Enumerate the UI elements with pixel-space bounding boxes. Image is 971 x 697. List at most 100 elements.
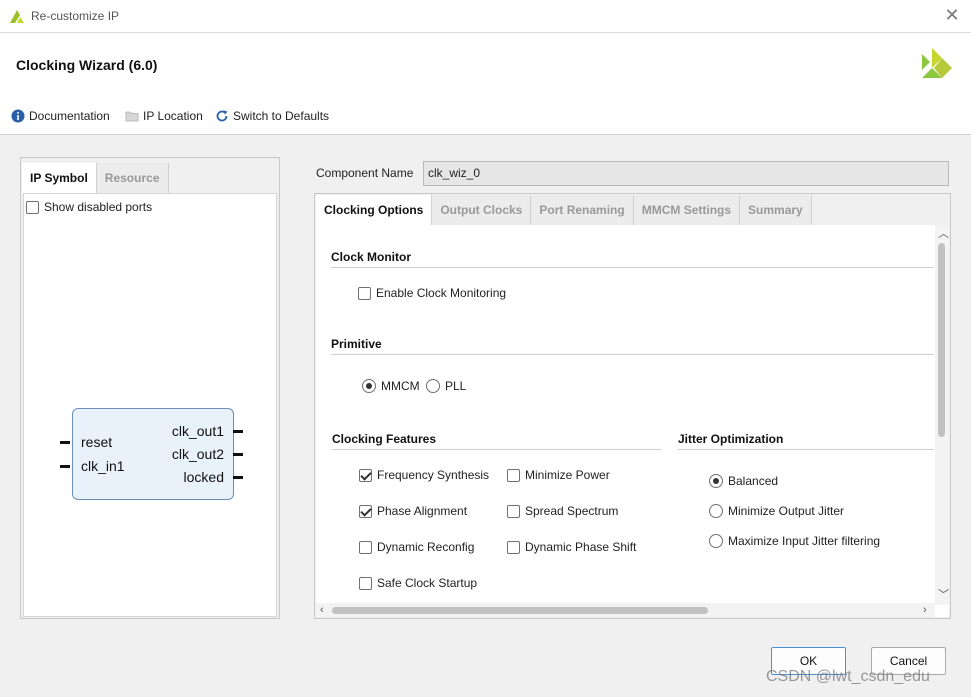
primitive-pll-radio[interactable] [426, 379, 440, 393]
scroll-down-icon[interactable]: ﹀ [938, 589, 949, 601]
clocking-options-content: Clock Monitor Enable Clock Monitoring Pr… [316, 225, 949, 617]
jitter-balanced-label: Balanced [728, 474, 779, 488]
spread-spectrum-option[interactable]: Spread Spectrum [507, 504, 618, 518]
tab-clocking-options[interactable]: Clocking Options [316, 195, 433, 225]
close-icon[interactable]: ✕ [943, 6, 961, 24]
component-name-label: Component Name [316, 166, 414, 180]
dynamic-phase-shift-label: Dynamic Phase Shift [525, 540, 637, 554]
dynamic-phase-shift-checkbox[interactable] [507, 540, 520, 554]
phase-alignment-checkbox[interactable] [359, 504, 372, 518]
primitive-mmcm-label: MMCM [381, 379, 420, 393]
safe-clock-startup-label: Safe Clock Startup [377, 576, 478, 590]
dynamic-phase-shift-option[interactable]: Dynamic Phase Shift [507, 540, 636, 554]
ip-symbol-panel: IP Symbol Resource Show disabled ports r… [20, 157, 280, 619]
xilinx-logo-icon [10, 10, 24, 23]
jitter-minimize-output-option[interactable]: Minimize Output Jitter [709, 504, 844, 518]
documentation-label: Documentation [29, 109, 110, 123]
enable-clock-monitoring-option[interactable]: Enable Clock Monitoring [358, 286, 506, 300]
jitter-balanced-option[interactable]: Balanced [709, 474, 778, 488]
tab-port-renaming[interactable]: Port Renaming [531, 195, 634, 225]
ip-symbol-canvas: Show disabled ports reset clk_in1 clk_ou… [23, 193, 277, 617]
primitive-pll-option[interactable]: PLL [426, 379, 466, 393]
dynamic-reconfig-label: Dynamic Reconfig [377, 540, 475, 554]
wizard-title: Clocking Wizard (6.0) [16, 57, 158, 73]
safe-clock-startup-option[interactable]: Safe Clock Startup [359, 576, 477, 590]
horizontal-scrollbar[interactable]: ‹ › [316, 603, 935, 617]
show-disabled-ports-option[interactable]: Show disabled ports [26, 200, 152, 214]
primitive-divider [331, 354, 934, 355]
safe-clock-startup-checkbox[interactable] [359, 576, 372, 590]
phase-alignment-label: Phase Alignment [377, 504, 468, 518]
port-locked-pin [233, 476, 243, 479]
primitive-mmcm-radio[interactable] [362, 379, 376, 393]
scroll-left-icon[interactable]: ‹ [320, 604, 324, 616]
tab-output-clocks[interactable]: Output Clocks [432, 195, 532, 225]
port-clk-in1-label: clk_in1 [81, 458, 125, 474]
toolbar: Documentation IP Location Switch to Defa… [0, 97, 971, 135]
port-clk-out2-label: clk_out2 [171, 446, 224, 462]
clocking-features-title: Clocking Features [332, 432, 437, 446]
documentation-button[interactable]: Documentation [11, 109, 110, 123]
clock-monitor-title: Clock Monitor [331, 250, 411, 264]
left-tabs: IP Symbol Resource [22, 163, 169, 193]
port-clk-out1-label: clk_out1 [171, 423, 224, 439]
jitter-balanced-radio[interactable] [709, 474, 723, 488]
clock-monitor-divider [331, 267, 934, 268]
dynamic-reconfig-checkbox[interactable] [359, 540, 372, 554]
tab-mmcm-settings[interactable]: MMCM Settings [633, 195, 741, 225]
jitter-optimization-title: Jitter Optimization [678, 432, 784, 446]
spread-spectrum-label: Spread Spectrum [525, 504, 619, 518]
minimize-power-option[interactable]: Minimize Power [507, 468, 610, 482]
wizard-header: Clocking Wizard (6.0) [0, 33, 971, 97]
port-locked-label: locked [183, 469, 224, 485]
port-reset-label: reset [81, 434, 113, 450]
clocking-features-divider [332, 449, 661, 450]
jitter-optimization-divider [678, 449, 934, 450]
jitter-minimize-output-radio[interactable] [709, 504, 723, 518]
configuration-panel: Clocking Options Output Clocks Port Rena… [314, 193, 951, 619]
enable-clock-monitoring-checkbox[interactable] [358, 286, 371, 300]
primitive-mmcm-option[interactable]: MMCM [362, 379, 420, 393]
frequency-synthesis-checkbox[interactable] [359, 468, 372, 482]
frequency-synthesis-label: Frequency Synthesis [377, 468, 490, 482]
port-clk-out2-pin [233, 453, 243, 456]
vertical-scrollbar[interactable]: ︿ ﹀ [935, 225, 949, 605]
switch-to-defaults-button[interactable]: Switch to Defaults [215, 109, 329, 123]
minimize-power-checkbox[interactable] [507, 468, 520, 482]
minimize-power-label: Minimize Power [525, 468, 610, 482]
ip-location-button[interactable]: IP Location [125, 109, 203, 123]
frequency-synthesis-option[interactable]: Frequency Synthesis [359, 468, 489, 482]
folder-icon [125, 111, 139, 122]
jitter-minimize-output-label: Minimize Output Jitter [728, 504, 845, 518]
port-clk-out1-pin [233, 430, 243, 433]
dynamic-reconfig-option[interactable]: Dynamic Reconfig [359, 540, 474, 554]
xilinx-brand-icon [922, 48, 952, 78]
refresh-icon [216, 110, 228, 122]
jitter-maximize-input-label: Maximize Input Jitter filtering [728, 534, 881, 548]
scroll-up-icon[interactable]: ︿ [938, 228, 949, 240]
info-icon [11, 109, 25, 123]
tab-ip-symbol[interactable]: IP Symbol [22, 163, 97, 193]
configuration-tabs: Clocking Options Output Clocks Port Rena… [316, 195, 812, 225]
jitter-maximize-input-option[interactable]: Maximize Input Jitter filtering [709, 534, 880, 548]
window-titlebar: Re-customize IP ✕ [0, 0, 971, 33]
tab-summary[interactable]: Summary [740, 195, 812, 225]
port-reset-pin [60, 441, 70, 444]
phase-alignment-option[interactable]: Phase Alignment [359, 504, 467, 518]
primitive-title: Primitive [331, 337, 382, 351]
switch-to-defaults-label: Switch to Defaults [233, 109, 330, 123]
show-disabled-ports-checkbox[interactable] [26, 200, 39, 214]
primitive-pll-label: PLL [445, 379, 467, 393]
tab-resource[interactable]: Resource [96, 163, 169, 193]
spread-spectrum-checkbox[interactable] [507, 504, 520, 518]
ip-location-label: IP Location [143, 109, 203, 123]
window-title: Re-customize IP [31, 9, 120, 23]
jitter-maximize-input-radio[interactable] [709, 534, 723, 548]
show-disabled-ports-label: Show disabled ports [44, 200, 153, 214]
port-clk-in1-pin [60, 465, 70, 468]
csdn-watermark: CSDN @lwt_csdn_edu [766, 668, 930, 685]
component-name-field[interactable]: clk_wiz_0 [423, 161, 949, 186]
scroll-right-icon[interactable]: › [923, 604, 927, 616]
vertical-scroll-thumb[interactable] [938, 243, 945, 437]
horizontal-scroll-thumb[interactable] [332, 607, 708, 614]
